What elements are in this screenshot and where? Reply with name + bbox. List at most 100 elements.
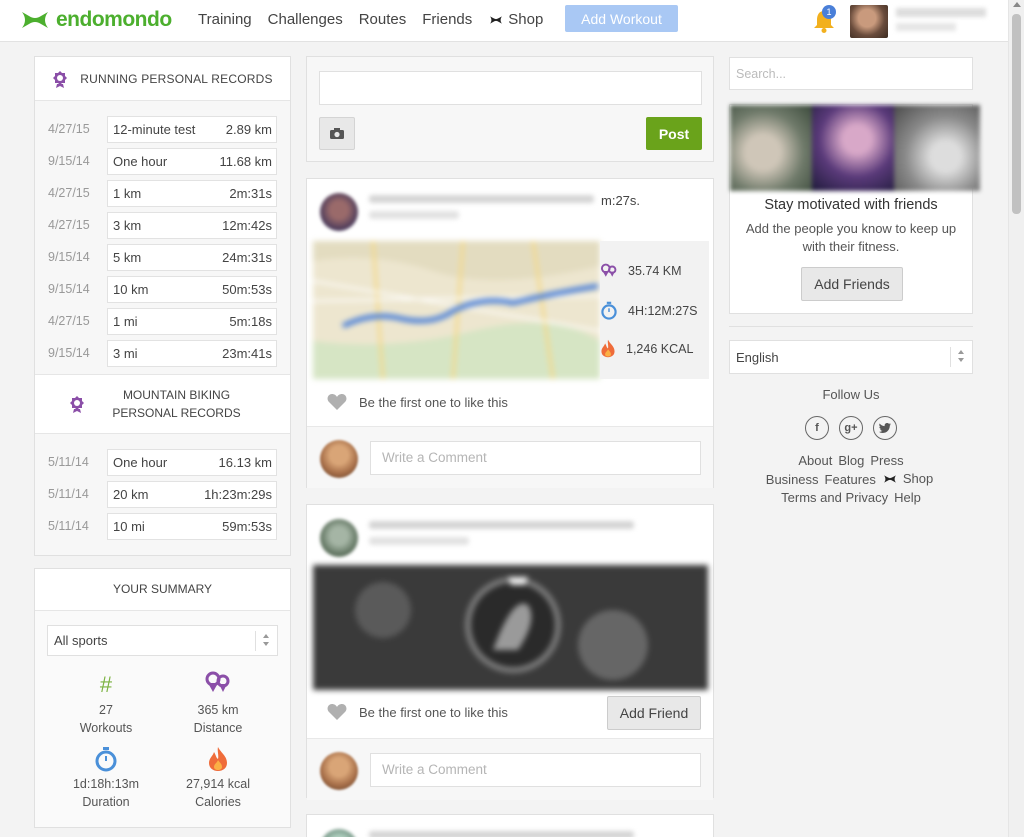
like-text: Be the first one to like this xyxy=(359,394,508,410)
endomondo-logo[interactable]: endomondo xyxy=(20,8,172,32)
record-row[interactable]: 5/11/14 One hour 16.13 km xyxy=(35,446,290,478)
record-date: 4/27/15 xyxy=(48,122,90,136)
footer-about[interactable]: About xyxy=(798,453,832,468)
record-label: One hour xyxy=(113,454,168,470)
twitter-icon[interactable] xyxy=(873,416,897,440)
comment-row: Write a Comment xyxy=(307,426,713,488)
main-nav: Training Challenges Routes Friends Shop xyxy=(198,11,575,28)
record-date: 9/15/14 xyxy=(48,346,90,360)
medal-icon xyxy=(53,70,68,88)
add-friends-button[interactable]: Add Friends xyxy=(801,267,903,301)
route-map[interactable] xyxy=(313,241,600,379)
feed-author-name-blurred[interactable] xyxy=(369,521,639,547)
feed-author-name-blurred[interactable] xyxy=(369,831,639,837)
nav-friends[interactable]: Friends xyxy=(422,11,472,28)
footer-features[interactable]: Features xyxy=(825,472,876,487)
user-avatar[interactable] xyxy=(850,5,888,38)
under-armour-logo-icon xyxy=(22,12,48,28)
record-row[interactable]: 9/15/14 5 km 24m:31s xyxy=(35,241,290,273)
scroll-thumb[interactable] xyxy=(1012,14,1021,214)
shared-photo[interactable] xyxy=(313,565,708,690)
feed-title-suffix: m:27s. xyxy=(601,193,641,208)
distance-pin-icon xyxy=(600,263,617,277)
summary-card: YOUR SUMMARY All sports # 27 Workouts 36… xyxy=(34,568,291,828)
record-box[interactable]: 12-minute test 2.89 km xyxy=(107,115,277,143)
add-workout-button[interactable]: Add Workout xyxy=(565,5,678,32)
record-box[interactable]: One hour 11.68 km xyxy=(107,147,277,175)
record-value: 23m:41s xyxy=(222,345,272,361)
language-select[interactable]: English xyxy=(729,340,973,374)
add-friend-button[interactable]: Add Friend xyxy=(607,696,701,730)
record-value: 2m:31s xyxy=(229,185,272,201)
select-arrows-icon xyxy=(950,347,972,367)
page-scrollbar[interactable] xyxy=(1008,0,1024,837)
top-navigation: endomondo Training Challenges Routes Fri… xyxy=(0,0,1008,42)
record-row[interactable]: 5/11/14 20 km 1h:23m:29s xyxy=(35,478,290,510)
record-row[interactable]: 9/15/14 3 mi 23m:41s xyxy=(35,337,290,369)
record-box[interactable]: 10 mi 59m:53s xyxy=(107,512,277,540)
record-row[interactable]: 4/27/15 1 mi 5m:18s xyxy=(35,305,290,337)
record-label: 10 km xyxy=(113,281,149,297)
record-box[interactable]: 1 mi 5m:18s xyxy=(107,307,277,335)
current-user-avatar xyxy=(320,752,358,790)
record-date: 9/15/14 xyxy=(48,282,90,296)
comment-input[interactable]: Write a Comment xyxy=(370,753,701,787)
record-box[interactable]: 1 km 2m:31s xyxy=(107,179,277,207)
footer-help[interactable]: Help xyxy=(894,490,921,505)
footer-blog[interactable]: Blog xyxy=(838,453,864,468)
footer-terms[interactable]: Terms and Privacy xyxy=(781,490,888,505)
hash-icon: # xyxy=(99,672,113,697)
post-text-input[interactable] xyxy=(319,71,702,105)
record-row[interactable]: 9/15/14 10 km 50m:53s xyxy=(35,273,290,305)
feed-author-avatar[interactable] xyxy=(320,193,358,231)
record-label: 1 mi xyxy=(113,313,138,329)
feed-author-avatar[interactable] xyxy=(320,829,358,837)
feed-author-name-blurred[interactable] xyxy=(369,195,599,221)
record-row[interactable]: 5/11/14 10 mi 59m:53s xyxy=(35,510,290,542)
scroll-up-arrow-icon[interactable] xyxy=(1013,2,1021,7)
footer-shop[interactable]: Shop xyxy=(882,470,936,488)
record-label: 5 km xyxy=(113,249,142,265)
record-date: 5/11/14 xyxy=(48,519,89,533)
record-date: 9/15/14 xyxy=(48,250,90,264)
comment-input[interactable]: Write a Comment xyxy=(370,441,701,475)
record-box[interactable]: One hour 16.13 km xyxy=(107,448,277,476)
brand-name: endomondo xyxy=(56,8,172,31)
google-plus-icon[interactable]: g+ xyxy=(839,416,863,440)
feed-author-avatar[interactable] xyxy=(320,519,358,557)
like-row: Be the first one to like this xyxy=(327,703,508,721)
flame-icon xyxy=(601,339,615,358)
record-box[interactable]: 5 km 24m:31s xyxy=(107,243,277,271)
feed-item-friend: Be the first one to like this Add Friend… xyxy=(306,504,714,800)
record-box[interactable]: 3 mi 23m:41s xyxy=(107,339,277,367)
nav-shop[interactable]: Shop xyxy=(488,11,559,28)
record-value: 1h:23m:29s xyxy=(204,486,272,502)
record-date: 9/15/14 xyxy=(48,154,90,168)
nav-training[interactable]: Training xyxy=(198,11,252,28)
record-row[interactable]: 4/27/15 12-minute test 2.89 km xyxy=(35,113,290,145)
friends-motivation-card: Stay motivated with friends Add the peop… xyxy=(729,104,980,314)
biking-records-list: 5/11/14 One hour 16.13 km 5/11/14 20 km 1h:2… xyxy=(35,434,290,542)
nav-routes[interactable]: Routes xyxy=(359,11,407,28)
footer-press[interactable]: Press xyxy=(870,453,903,468)
workouts-label: Workouts xyxy=(79,721,133,735)
record-row[interactable]: 9/15/14 One hour 11.68 km xyxy=(35,145,290,177)
heart-icon[interactable] xyxy=(327,703,347,721)
post-button[interactable]: Post xyxy=(646,117,702,150)
record-label: 3 mi xyxy=(113,345,138,361)
nav-challenges[interactable]: Challenges xyxy=(268,11,343,28)
record-box[interactable]: 3 km 12m:42s xyxy=(107,211,277,239)
record-row[interactable]: 4/27/15 1 km 2m:31s xyxy=(35,177,290,209)
facebook-icon[interactable]: f xyxy=(805,416,829,440)
record-box[interactable]: 10 km 50m:53s xyxy=(107,275,277,303)
heart-icon[interactable] xyxy=(327,393,347,411)
sport-select[interactable]: All sports xyxy=(47,625,278,656)
search-input[interactable]: Search... xyxy=(729,57,973,90)
photo-upload-button[interactable] xyxy=(319,117,355,150)
user-name-blurred[interactable] xyxy=(896,8,996,34)
stopwatch-icon xyxy=(601,301,617,320)
record-row[interactable]: 4/27/15 3 km 12m:42s xyxy=(35,209,290,241)
footer-business[interactable]: Business xyxy=(766,472,819,487)
workout-stats-panel: 35.74 KM 4H:12M:27S 1,246 KCAL xyxy=(600,241,709,379)
record-box[interactable]: 20 km 1h:23m:29s xyxy=(107,480,277,508)
